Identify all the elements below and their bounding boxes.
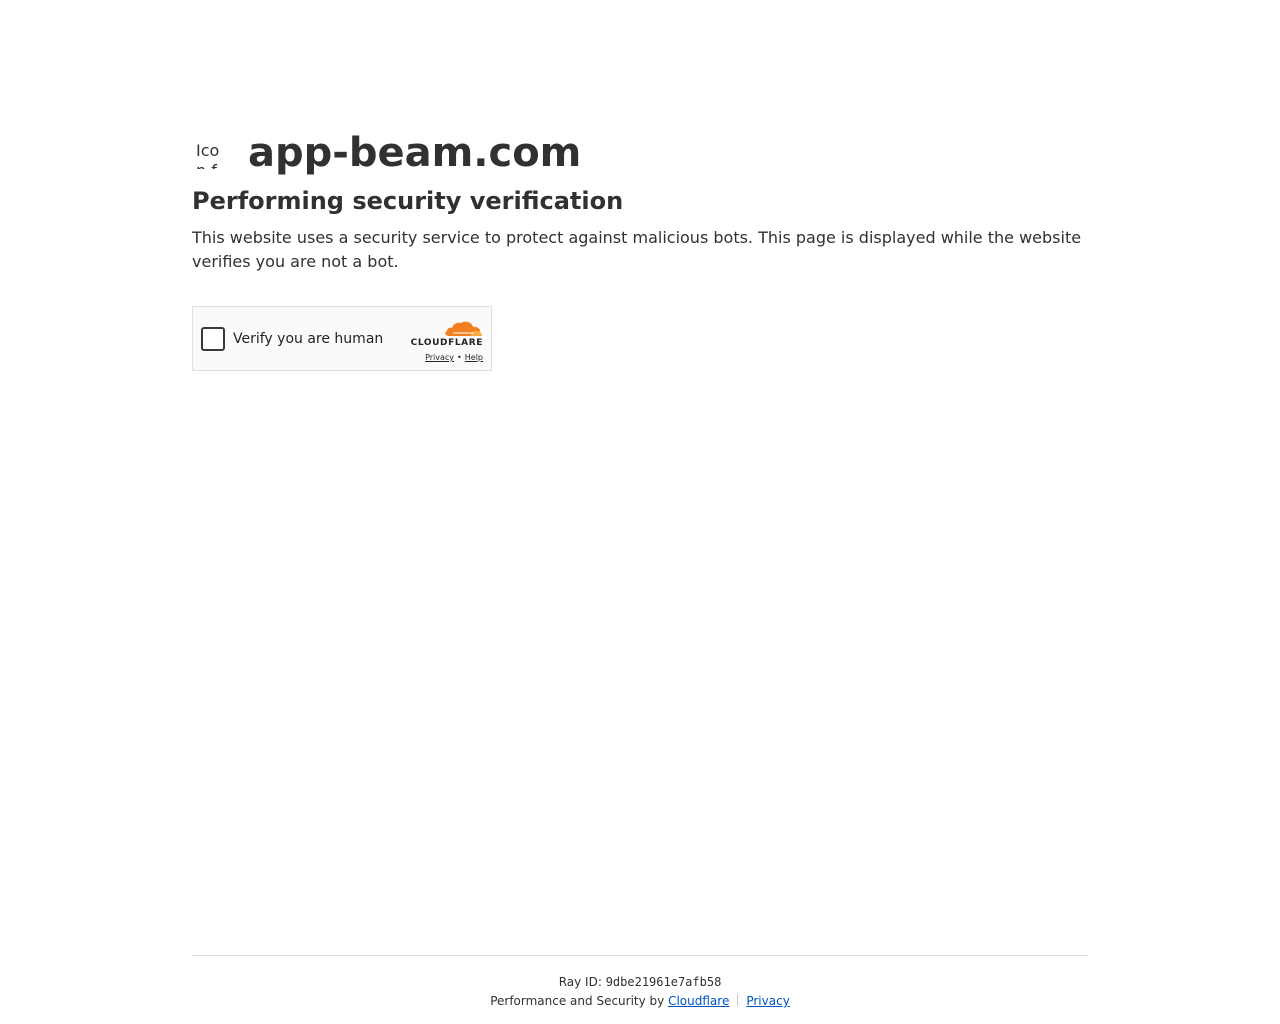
performance-text: Performance and Security by: [490, 994, 665, 1008]
cloudflare-wordmark: CLOUDFLARE: [410, 338, 483, 348]
site-header: Icon for app-beam.com app-beam.com: [192, 128, 1088, 178]
cloudflare-branding: CLOUDFLARE Privacy • Help: [403, 319, 483, 364]
ray-id-value: 9dbe21961e7afb58: [605, 975, 722, 989]
cloudflare-link[interactable]: Cloudflare: [668, 994, 729, 1008]
performance-line: Performance and Security by Cloudflare Pr…: [192, 993, 1088, 1009]
main-content: Icon for app-beam.com app-beam.com Perfo…: [192, 128, 1088, 371]
challenge-page: Icon for app-beam.com app-beam.com Perfo…: [0, 0, 1280, 1024]
link-separator: •: [457, 353, 462, 362]
widget-links: Privacy • Help: [403, 352, 483, 364]
verify-label[interactable]: Verify you are human: [233, 328, 383, 350]
widget-privacy-link[interactable]: Privacy: [425, 353, 454, 362]
cloudflare-cloud-icon: [445, 321, 482, 336]
site-name: app-beam.com: [248, 130, 582, 176]
footer: Ray ID: 9dbe21961e7afb58 Performance and…: [192, 955, 1088, 1009]
footer-privacy-link[interactable]: Privacy: [746, 994, 789, 1008]
site-favicon-icon: Icon for app-beam.com: [196, 141, 220, 169]
page-title: Performing security verification: [192, 187, 624, 215]
widget-help-link[interactable]: Help: [465, 353, 483, 362]
verify-checkbox[interactable]: [201, 327, 225, 351]
ray-id: Ray ID: 9dbe21961e7afb58: [192, 975, 1088, 989]
page-description: This website uses a security service to …: [192, 228, 1082, 271]
footer-divider: [737, 994, 739, 1006]
ray-id-label: Ray ID:: [558, 975, 602, 989]
turnstile-widget: Verify you are human CLOUDFLARE Privacy •…: [192, 306, 492, 371]
